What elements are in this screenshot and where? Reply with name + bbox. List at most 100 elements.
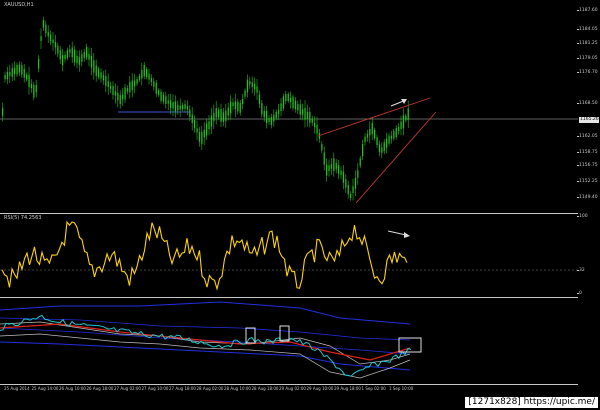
candle-body (50, 34, 52, 42)
candle-body (328, 165, 330, 172)
candle-body (131, 80, 133, 91)
candle-body (340, 170, 342, 175)
price-tick: 1156.75 (577, 163, 598, 168)
candle-body (333, 158, 335, 171)
candle-body (381, 147, 383, 153)
candle-body (273, 114, 275, 122)
rsi-chart (0, 220, 578, 291)
bands-indicator-pane[interactable] (0, 298, 578, 385)
candle-body (338, 165, 340, 174)
candle-body (45, 24, 47, 34)
rsi-tick: 0 (577, 291, 582, 296)
candle-body (160, 91, 162, 101)
candle-body (102, 75, 105, 81)
candle-body (155, 82, 157, 94)
candle-body (21, 64, 23, 75)
price-tick: 1158.75 (577, 150, 598, 155)
price-tick: 1179.05 (577, 56, 598, 61)
candle-body (33, 84, 35, 98)
candle-body (263, 110, 265, 118)
candle-body (179, 105, 181, 110)
candle-body (38, 58, 40, 69)
candle-body (30, 83, 33, 89)
rsi-pane[interactable]: RSI(5) 74.2563 (0, 214, 578, 298)
candle-body (189, 109, 191, 117)
candle-body (196, 128, 198, 133)
time-tick: 29 Aug 02:00 (279, 386, 306, 391)
candle-body (210, 115, 213, 127)
price-scale[interactable]: 1187.60 1184.05 1181.25 1179.05 1176.70 … (577, 0, 600, 213)
candle-body (177, 104, 179, 111)
candle-body (52, 39, 54, 44)
time-tick: 26 Aug 18:00 (86, 386, 114, 391)
candle-body (258, 94, 261, 104)
candle-body (390, 135, 393, 139)
candle-body (407, 108, 409, 120)
candle-body (206, 123, 208, 136)
candle-body (350, 194, 352, 198)
rsi-arrow-icon (387, 230, 407, 236)
candle-body (191, 114, 193, 123)
price-tick: 1187.60 (577, 8, 598, 13)
envelope-upper-line (0, 321, 411, 365)
candle-body (16, 65, 18, 75)
candle-body (314, 122, 316, 128)
candle-body (374, 129, 376, 139)
candle-body (366, 134, 369, 138)
candle-body (309, 111, 311, 123)
candle-body (306, 112, 309, 120)
candle-body (280, 103, 282, 111)
candle-body (105, 76, 107, 86)
candle-body (215, 108, 217, 118)
candle-body (78, 57, 81, 65)
candle-body (69, 49, 71, 53)
candle-body (352, 186, 354, 193)
candle-body (9, 71, 11, 76)
candle-body (354, 177, 357, 189)
candle-body (251, 82, 253, 88)
price-chart (0, 16, 578, 204)
time-tick: 1 Sep 02:00 (361, 386, 386, 391)
candle-body (278, 110, 280, 114)
candle-body (347, 185, 349, 195)
candle-body (57, 45, 59, 54)
candle-body (230, 101, 232, 114)
candle-body (107, 81, 109, 87)
candle-body (170, 100, 172, 108)
candle-body (40, 36, 42, 42)
candle-body (14, 68, 16, 74)
candle-body (261, 103, 263, 115)
time-axis[interactable]: 25 Aug 2014 25 Aug 14:00 26 Aug 10:00 26 Au… (0, 385, 578, 393)
price-tick: 1176.70 (577, 70, 598, 75)
indicator-scale[interactable] (579, 298, 600, 384)
candle-body (244, 90, 246, 97)
candle-body (198, 131, 201, 142)
candle-body (26, 74, 28, 80)
bands-indicator-chart (0, 301, 422, 379)
candle-body (330, 164, 333, 169)
candle-body (388, 135, 390, 144)
candle-body (86, 46, 88, 58)
candle-body (4, 74, 6, 80)
price-chart-pane[interactable]: XAUUSD,H1 (0, 0, 578, 214)
price-tick: 1184.05 (577, 27, 598, 32)
time-tick: 28 Aug 02:00 (196, 386, 224, 391)
current-price-marker: 1165.26 (579, 117, 599, 123)
candle-body (95, 65, 97, 76)
candle-body (146, 69, 148, 77)
candle-body (402, 115, 405, 129)
candle-body (122, 94, 124, 100)
rsi-scale[interactable]: 100 32 0 (577, 214, 600, 297)
candle-body (242, 98, 244, 105)
candle-body (28, 74, 30, 88)
candle-body (64, 54, 66, 60)
candle-body (117, 92, 119, 101)
candle-body (213, 112, 215, 122)
candle-body (42, 20, 45, 28)
candle-body (326, 164, 328, 176)
candle-body (270, 117, 273, 125)
candle-body (335, 163, 337, 170)
candle-body (54, 42, 57, 48)
candle-body (218, 109, 220, 118)
candle-body (174, 101, 177, 112)
